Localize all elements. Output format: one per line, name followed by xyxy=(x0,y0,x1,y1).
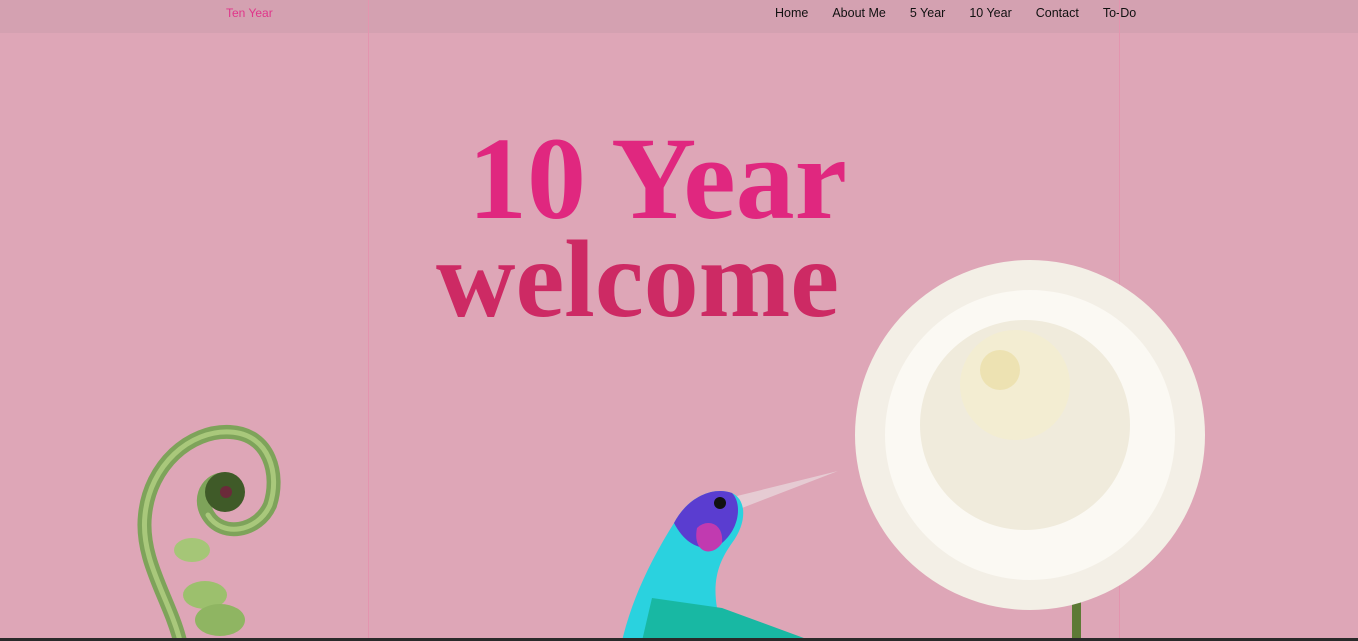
nav-link-10-year[interactable]: 10 Year xyxy=(969,6,1011,20)
nav-link-about-me[interactable]: About Me xyxy=(832,6,886,20)
brand-link[interactable]: Ten Year xyxy=(226,6,273,20)
white-flower-image xyxy=(855,260,1205,641)
hero-subtitle: welcome xyxy=(436,218,840,340)
nav-link-home[interactable]: Home xyxy=(775,6,808,20)
navbar: Ten Year Home About Me 5 Year 10 Year Co… xyxy=(0,0,1358,33)
column-divider-left xyxy=(368,0,369,641)
nav-links: Home About Me 5 Year 10 Year Contact To-… xyxy=(775,6,1136,20)
fern-fiddlehead-image xyxy=(137,424,281,641)
nav-link-5-year[interactable]: 5 Year xyxy=(910,6,945,20)
hummingbird-image xyxy=(622,471,838,641)
nav-link-contact[interactable]: Contact xyxy=(1036,6,1079,20)
